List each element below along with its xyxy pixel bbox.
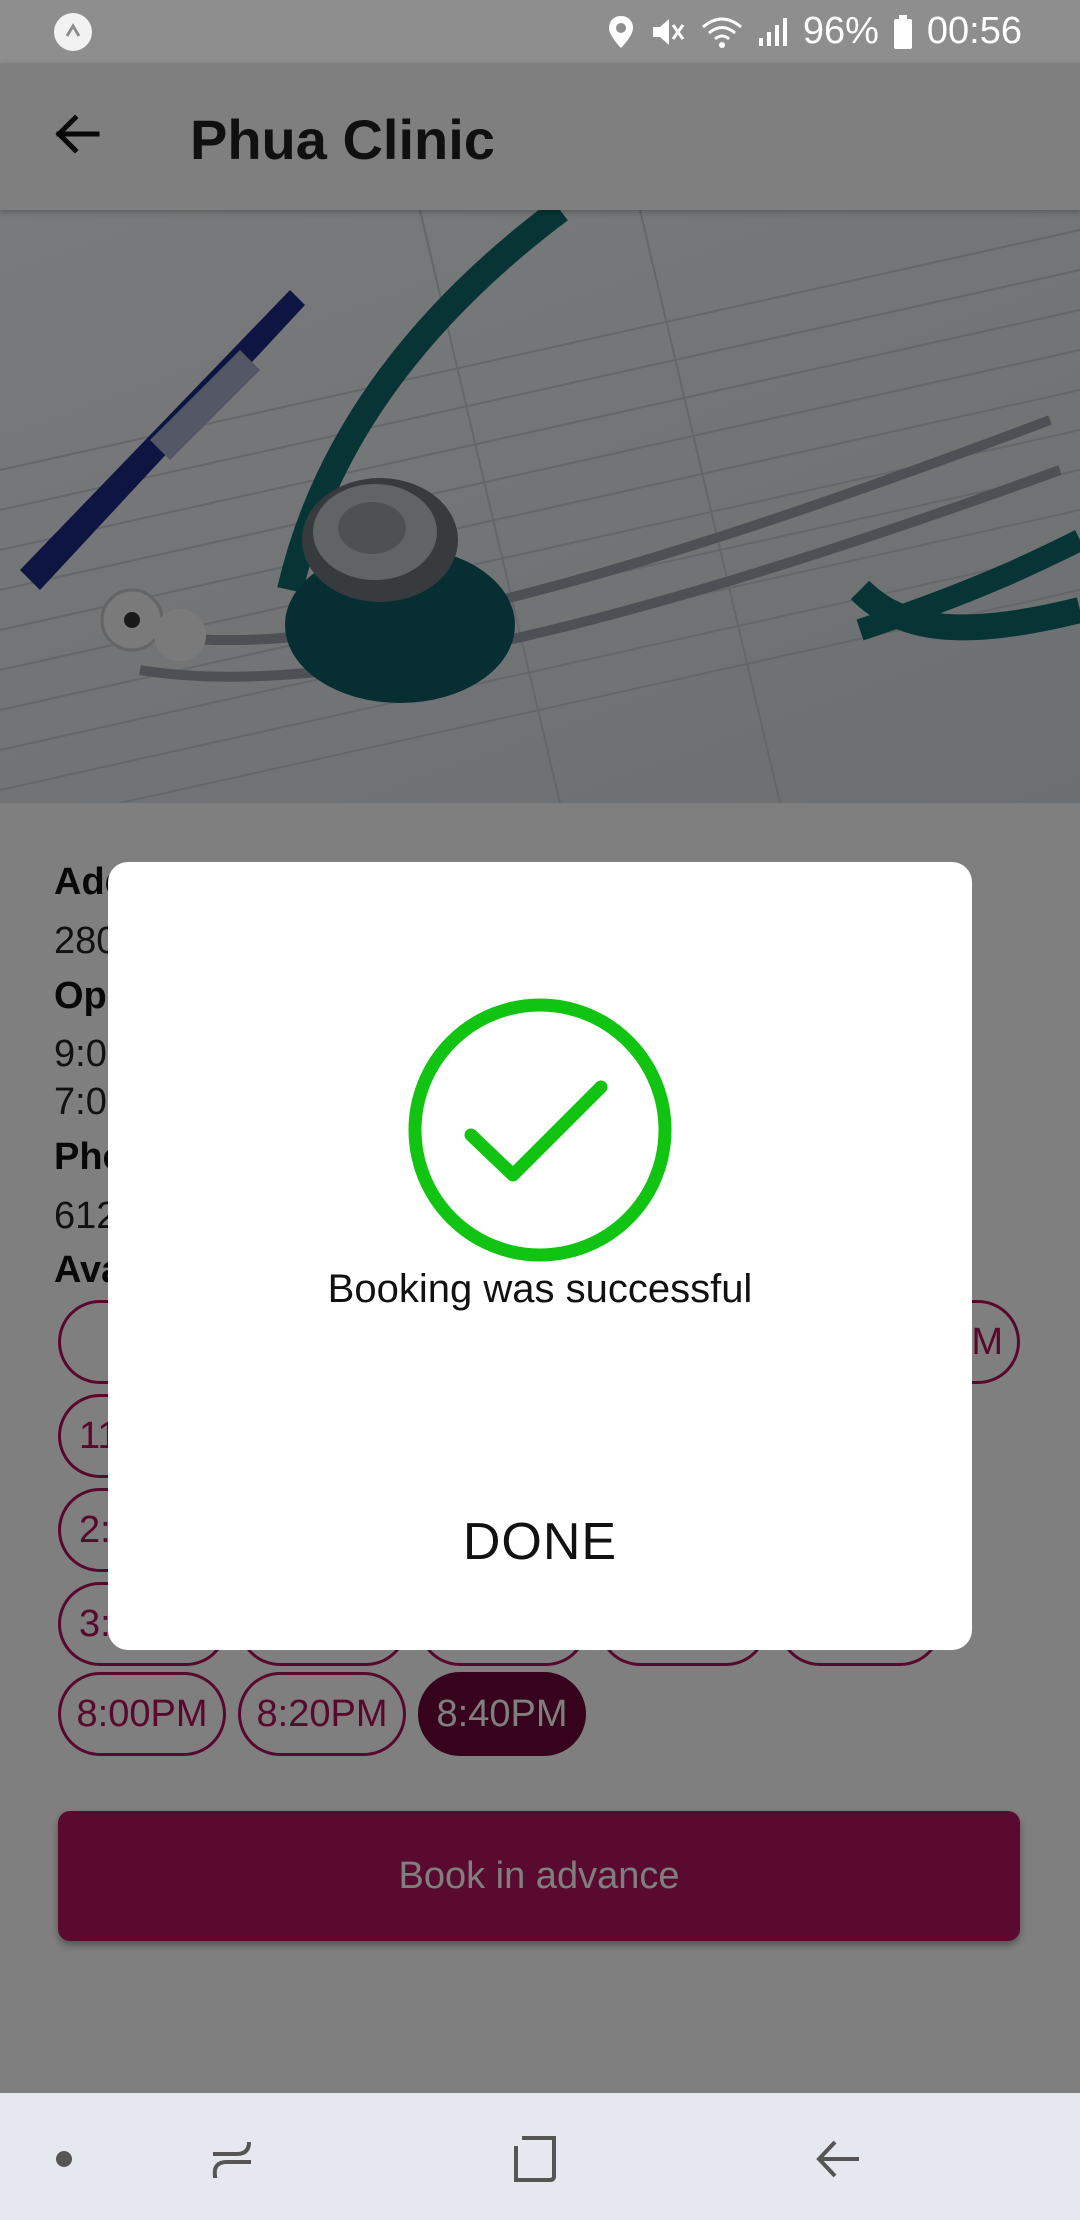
- dialog-message: Booking was successful: [327, 1267, 753, 1311]
- back-nav-button[interactable]: [808, 2129, 868, 2189]
- signal-icon: [757, 16, 789, 48]
- booking-success-dialog: Booking was successful DONE: [108, 862, 972, 1650]
- mute-icon: [649, 15, 687, 49]
- battery-icon: [893, 14, 913, 49]
- home-button[interactable]: [505, 2129, 565, 2189]
- status-bar: 96% 00:56: [0, 0, 1080, 63]
- battery-percent: 96%: [802, 10, 879, 52]
- recent-apps-button[interactable]: [202, 2129, 262, 2189]
- app-notification-icon: [54, 12, 92, 51]
- location-icon: [607, 14, 635, 50]
- done-button[interactable]: DONE: [108, 1512, 972, 1572]
- success-check-icon: [405, 995, 675, 1265]
- clock: 00:56: [926, 10, 1022, 52]
- nav-dot-icon: [34, 2129, 94, 2189]
- system-nav-bar: [0, 2093, 1080, 2220]
- wifi-icon: [701, 15, 743, 49]
